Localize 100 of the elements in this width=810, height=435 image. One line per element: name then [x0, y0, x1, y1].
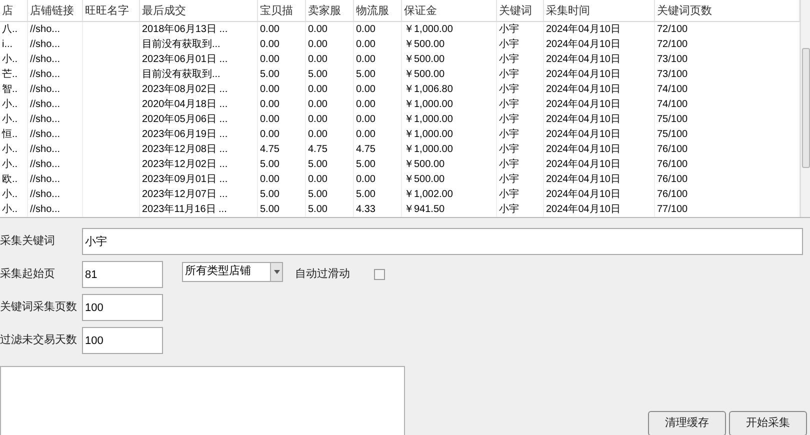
table-cell: 2023年09月01日 ... [142, 174, 228, 185]
table-cell: 0.00 [260, 39, 280, 50]
table-cell: 76/100 [657, 144, 688, 155]
action-button[interactable]: 开始采集 [729, 411, 807, 435]
table-cell: 0.00 [260, 114, 280, 125]
column-header[interactable]: 宝贝描 [258, 0, 306, 21]
column-header[interactable]: 店铺链接 [28, 0, 83, 21]
column-header[interactable]: 关键词 [497, 0, 544, 21]
table-cell: 2024年04月10日 [546, 69, 620, 80]
table-cell: ￥1,006.80 [404, 84, 453, 95]
table-cell: 2024年04月10日 [546, 54, 620, 65]
input-field[interactable]: 100 [82, 294, 163, 321]
table-cell: 76/100 [657, 159, 688, 170]
input-field[interactable]: 100 [82, 327, 163, 354]
table-cell: 小宇 [499, 174, 519, 185]
table-cell: 0.00 [356, 24, 376, 35]
table-cell: ￥500.00 [404, 159, 445, 170]
table-cell: 0.00 [308, 39, 328, 50]
column-header[interactable]: 采集时间 [544, 0, 655, 21]
table-cell: 2024年04月10日 [546, 24, 620, 35]
scroll-thumb[interactable] [802, 48, 810, 168]
table-cell: ￥1,000.00 [404, 99, 453, 110]
table-cell: 小宇 [499, 24, 519, 35]
table-cell: 目前没有获取到... [142, 39, 220, 50]
table-cell: ￥1,000.00 [404, 114, 453, 125]
table-cell: 4.75 [260, 144, 280, 155]
table-cell: //sho... [30, 159, 60, 170]
table-cell: 小宇 [499, 54, 519, 65]
table-cell: //sho... [30, 84, 60, 95]
table-cell: 芒.. [2, 69, 18, 80]
table-cell: 5.00 [356, 159, 376, 170]
table-cell: 0.00 [260, 84, 280, 95]
table-cell: 0.00 [260, 99, 280, 110]
table-cell: 4.75 [356, 144, 376, 155]
column-header[interactable]: 最后成交 [140, 0, 258, 21]
input-field[interactable]: 81 [82, 261, 163, 288]
table-cell: 小宇 [499, 159, 519, 170]
table-cell: ￥1,000.00 [404, 144, 453, 155]
table-cell: 0.00 [260, 129, 280, 140]
scrollbar[interactable] [800, 0, 810, 217]
table-cell: 76/100 [657, 189, 688, 200]
action-button[interactable]: 清理缓存 [648, 411, 726, 435]
column-header[interactable]: 旺旺名字 [83, 0, 140, 21]
column-header[interactable]: 店 [0, 0, 28, 21]
table-cell: ￥500.00 [404, 69, 445, 80]
table-cell: 0.00 [356, 174, 376, 185]
checkbox[interactable] [374, 269, 385, 280]
table-cell: //sho... [30, 114, 60, 125]
table-cell: 小宇 [499, 84, 519, 95]
table-cell: 2018年06月13日 ... [142, 24, 228, 35]
table-cell: 小宇 [499, 204, 519, 215]
table-cell: 2023年12月07日 ... [142, 189, 228, 200]
table-cell: 2024年04月10日 [546, 189, 620, 200]
table-cell: //sho... [30, 144, 60, 155]
table-cell: ￥941.50 [404, 204, 445, 215]
table-cell: 5.00 [308, 189, 328, 200]
log-area[interactable] [0, 366, 405, 435]
column-header[interactable]: 物流服 [354, 0, 402, 21]
column-header[interactable]: 卖家服 [306, 0, 354, 21]
shop-type-dropdown[interactable]: 所有类型店铺 [182, 262, 283, 282]
table-cell: ￥500.00 [404, 54, 445, 65]
table-cell: i... [2, 39, 13, 50]
table-cell: 5.00 [308, 204, 328, 215]
table-cell: 小宇 [499, 144, 519, 155]
table-cell: 欧.. [2, 174, 18, 185]
table-cell: 小宇 [499, 129, 519, 140]
table-cell: 75/100 [657, 114, 688, 125]
table-cell: 小.. [2, 99, 18, 110]
table-cell: 2024年04月10日 [546, 159, 620, 170]
table-cell: 5.00 [356, 189, 376, 200]
table-cell: //sho... [30, 39, 60, 50]
table-cell: 0.00 [260, 174, 280, 185]
table-cell: 77/100 [657, 204, 688, 215]
table-cell: 76/100 [657, 174, 688, 185]
table-cell: 5.00 [356, 69, 376, 80]
table-cell: ￥500.00 [404, 174, 445, 185]
table-cell: 0.00 [308, 129, 328, 140]
table-cell: 4.33 [356, 204, 376, 215]
table-cell: 小.. [2, 189, 18, 200]
table-cell: 2020年04月18日 ... [142, 99, 228, 110]
table-cell: ￥500.00 [404, 39, 445, 50]
table-cell: 小.. [2, 204, 18, 215]
table-cell: 2024年04月10日 [546, 114, 620, 125]
table-cell: 2024年04月10日 [546, 39, 620, 50]
table-cell: ￥1,002.00 [404, 189, 453, 200]
table-cell: 0.00 [260, 24, 280, 35]
table-cell: 小.. [2, 54, 18, 65]
table-cell: //sho... [30, 99, 60, 110]
table-cell: 0.00 [356, 84, 376, 95]
column-header[interactable]: 保证金 [402, 0, 497, 21]
table-cell: 小宇 [499, 114, 519, 125]
table-cell: 小.. [2, 159, 18, 170]
table-cell: //sho... [30, 204, 60, 215]
table-cell: 74/100 [657, 84, 688, 95]
table-cell: //sho... [30, 69, 60, 80]
table-cell: 2023年08月02日 ... [142, 84, 228, 95]
table-cell: 0.00 [308, 99, 328, 110]
table-cell: 八.. [2, 24, 18, 35]
table-cell: 智.. [2, 84, 18, 95]
input-field[interactable]: 小宇 [82, 228, 803, 255]
